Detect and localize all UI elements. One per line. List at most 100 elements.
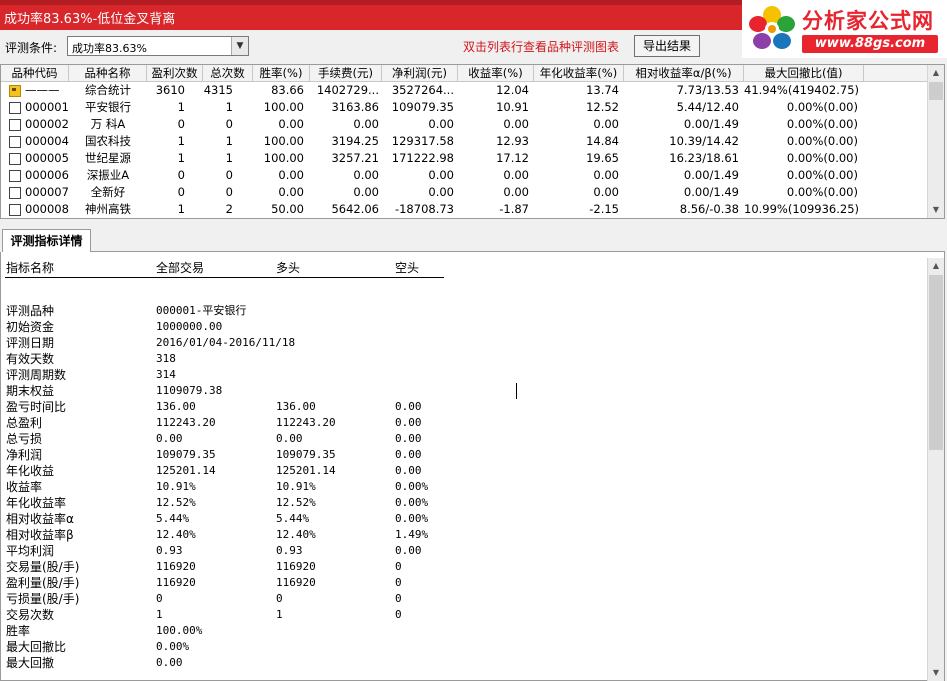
detail-all: 0.93 — [156, 544, 183, 557]
column-header-total[interactable]: 总次数 — [203, 65, 253, 82]
detail-header-all: 全部交易 — [156, 261, 205, 275]
detail-long: 116920 — [276, 576, 316, 589]
column-header-relative-return[interactable]: 相对收益率α/β(%) — [624, 65, 744, 82]
row-checkbox-icon[interactable] — [9, 136, 21, 148]
detail-all: 0.00 — [156, 656, 183, 669]
row-checkbox-icon[interactable] — [9, 102, 21, 114]
table-row[interactable]: 000005 世纪星源 1 1 100.00 3257.21 171222.98 17.12 1… — [1, 150, 928, 167]
detail-label: 胜率 — [6, 624, 31, 638]
scroll-up-icon[interactable]: ▲ — [928, 258, 944, 274]
cell-name: 平安银行 — [85, 100, 131, 114]
cell-rate: 50.00 — [271, 202, 304, 216]
detail-label: 亏损量(股/手) — [6, 592, 80, 606]
table-row[interactable]: 000008 神州高铁 1 2 50.00 5642.06 -18708.73 -1.87 -2… — [1, 201, 928, 218]
detail-all: 109079.35 — [156, 448, 216, 461]
detail-short: 0.00 — [395, 544, 422, 557]
cell-name: 万 科A — [90, 117, 126, 131]
cell-ret: 0.00 — [503, 185, 529, 199]
detail-label: 交易量(股/手) — [6, 560, 80, 574]
detail-row: 盈利量(股/手) 116920 116920 0 — [1, 575, 928, 591]
detail-short: 0.00 — [395, 432, 422, 445]
detail-row: 最大回撤比 0.00% — [1, 639, 928, 655]
column-header-annual-return[interactable]: 年化收益率(%) — [534, 65, 624, 82]
chevron-down-icon[interactable]: ▼ — [231, 37, 248, 55]
summary-flag-icon[interactable] — [9, 85, 21, 97]
export-results-button[interactable]: 导出结果 — [634, 35, 700, 57]
detail-short: 0 — [395, 608, 402, 621]
detail-all: 318 — [156, 352, 176, 365]
cell-rate: 0.00 — [278, 185, 304, 199]
row-checkbox-icon[interactable] — [9, 170, 21, 182]
results-table-scrollbar[interactable]: ▲ ▼ — [927, 65, 944, 218]
detail-label: 净利润 — [6, 448, 43, 462]
cell-wins: 3610 — [155, 83, 185, 97]
column-header-net-profit[interactable]: 净利润(元) — [382, 65, 458, 82]
detail-row — [1, 671, 928, 681]
detail-row: 有效天数 318 — [1, 351, 928, 367]
detail-short: 0.00% — [395, 512, 429, 525]
table-row[interactable]: ——— 综合统计 3610 4315 83.66 1402729... 3527264...… — [1, 82, 928, 99]
detail-row: 年化收益率 12.52% 12.52% 0.00% — [1, 495, 928, 511]
cell-profit: 3527264... — [391, 83, 454, 97]
cell-wins: 1 — [177, 100, 185, 114]
scroll-down-icon[interactable]: ▼ — [928, 665, 944, 681]
table-row[interactable]: 000001 平安银行 1 1 100.00 3163.86 109079.35 10.91 1… — [1, 99, 928, 116]
detail-long: 12.52% — [276, 496, 316, 509]
scroll-down-icon[interactable]: ▼ — [928, 202, 944, 218]
cell-annual: -2.15 — [589, 202, 619, 216]
row-checkbox-icon[interactable] — [9, 187, 21, 199]
detail-label: 相对收益率β — [6, 528, 74, 542]
table-row[interactable]: 000006 深振业A 0 0 0.00 0.00 0.00 0.00 0.00 0.00/1.4… — [1, 167, 928, 184]
detail-label: 交易次数 — [6, 608, 55, 622]
column-header-wins[interactable]: 盈利次数 — [147, 65, 203, 82]
cell-rate: 100.00 — [263, 134, 304, 148]
detail-all: 136.00 — [156, 400, 196, 413]
logo-url: www.88gs.com — [802, 35, 938, 53]
cell-total: 0 — [225, 185, 233, 199]
condition-select[interactable]: 成功率83.63% ▼ — [67, 36, 249, 56]
cell-annual: 19.65 — [586, 151, 619, 165]
cell-wins: 0 — [177, 117, 185, 131]
cell-rate: 0.00 — [278, 168, 304, 182]
table-row[interactable]: 000007 全新好 0 0 0.00 0.00 0.00 0.00 0.00 0.00/1.49… — [1, 184, 928, 201]
cell-code: 000008 — [25, 202, 69, 216]
cell-profit: 0.00 — [428, 168, 454, 182]
tab-detail-metrics[interactable]: 评测指标详情 — [2, 229, 91, 252]
detail-long: 5.44% — [276, 512, 310, 525]
cell-fee: 5642.06 — [331, 202, 379, 216]
scroll-up-icon[interactable]: ▲ — [928, 65, 944, 81]
cell-wins: 1 — [177, 134, 185, 148]
detail-long: 0.00 — [276, 432, 303, 445]
detail-label: 平均利润 — [6, 544, 55, 558]
detail-all: 10.91% — [156, 480, 196, 493]
table-row[interactable]: 000002 万 科A 0 0 0.00 0.00 0.00 0.00 0.00 0.00/1.4… — [1, 116, 928, 133]
cell-fee: 3163.86 — [331, 100, 379, 114]
cell-dd: 41.94%(419402.75) — [744, 83, 858, 97]
detail-scrollbar[interactable]: ▲ ▼ — [927, 258, 944, 681]
detail-all: 2016/01/04-2016/11/18 — [156, 336, 296, 349]
detail-short: 0.00 — [395, 416, 422, 429]
results-scroll-thumb[interactable] — [929, 82, 943, 100]
row-checkbox-icon[interactable] — [9, 204, 21, 216]
row-checkbox-icon[interactable] — [9, 119, 21, 131]
cell-code: 000006 — [25, 168, 69, 182]
table-row[interactable]: 000004 国农科技 1 1 100.00 3194.25 129317.58 12.93 1… — [1, 133, 928, 150]
detail-all: 314 — [156, 368, 176, 381]
column-header-name[interactable]: 品种名称 — [69, 65, 147, 82]
column-header-return[interactable]: 收益率(%) — [458, 65, 534, 82]
row-checkbox-icon[interactable] — [9, 153, 21, 165]
cell-total: 0 — [225, 168, 233, 182]
cell-total: 1 — [225, 134, 233, 148]
cell-rel: 0.00/1.49 — [683, 185, 739, 199]
cell-total: 2 — [225, 202, 233, 216]
column-header-win-rate[interactable]: 胜率(%) — [253, 65, 310, 82]
detail-scroll-thumb[interactable] — [929, 275, 943, 450]
cell-fee: 0.00 — [353, 168, 379, 182]
cell-fee: 0.00 — [353, 185, 379, 199]
column-header-max-drawdown[interactable]: 最大回撤比(值) — [744, 65, 864, 82]
detail-label: 总盈利 — [6, 416, 43, 430]
site-logo: 分析家公式网 www.88gs.com — [742, 0, 947, 58]
column-header-code[interactable]: 品种代码 — [1, 65, 69, 82]
column-header-fee[interactable]: 手续费(元) — [310, 65, 382, 82]
detail-long: 10.91% — [276, 480, 316, 493]
